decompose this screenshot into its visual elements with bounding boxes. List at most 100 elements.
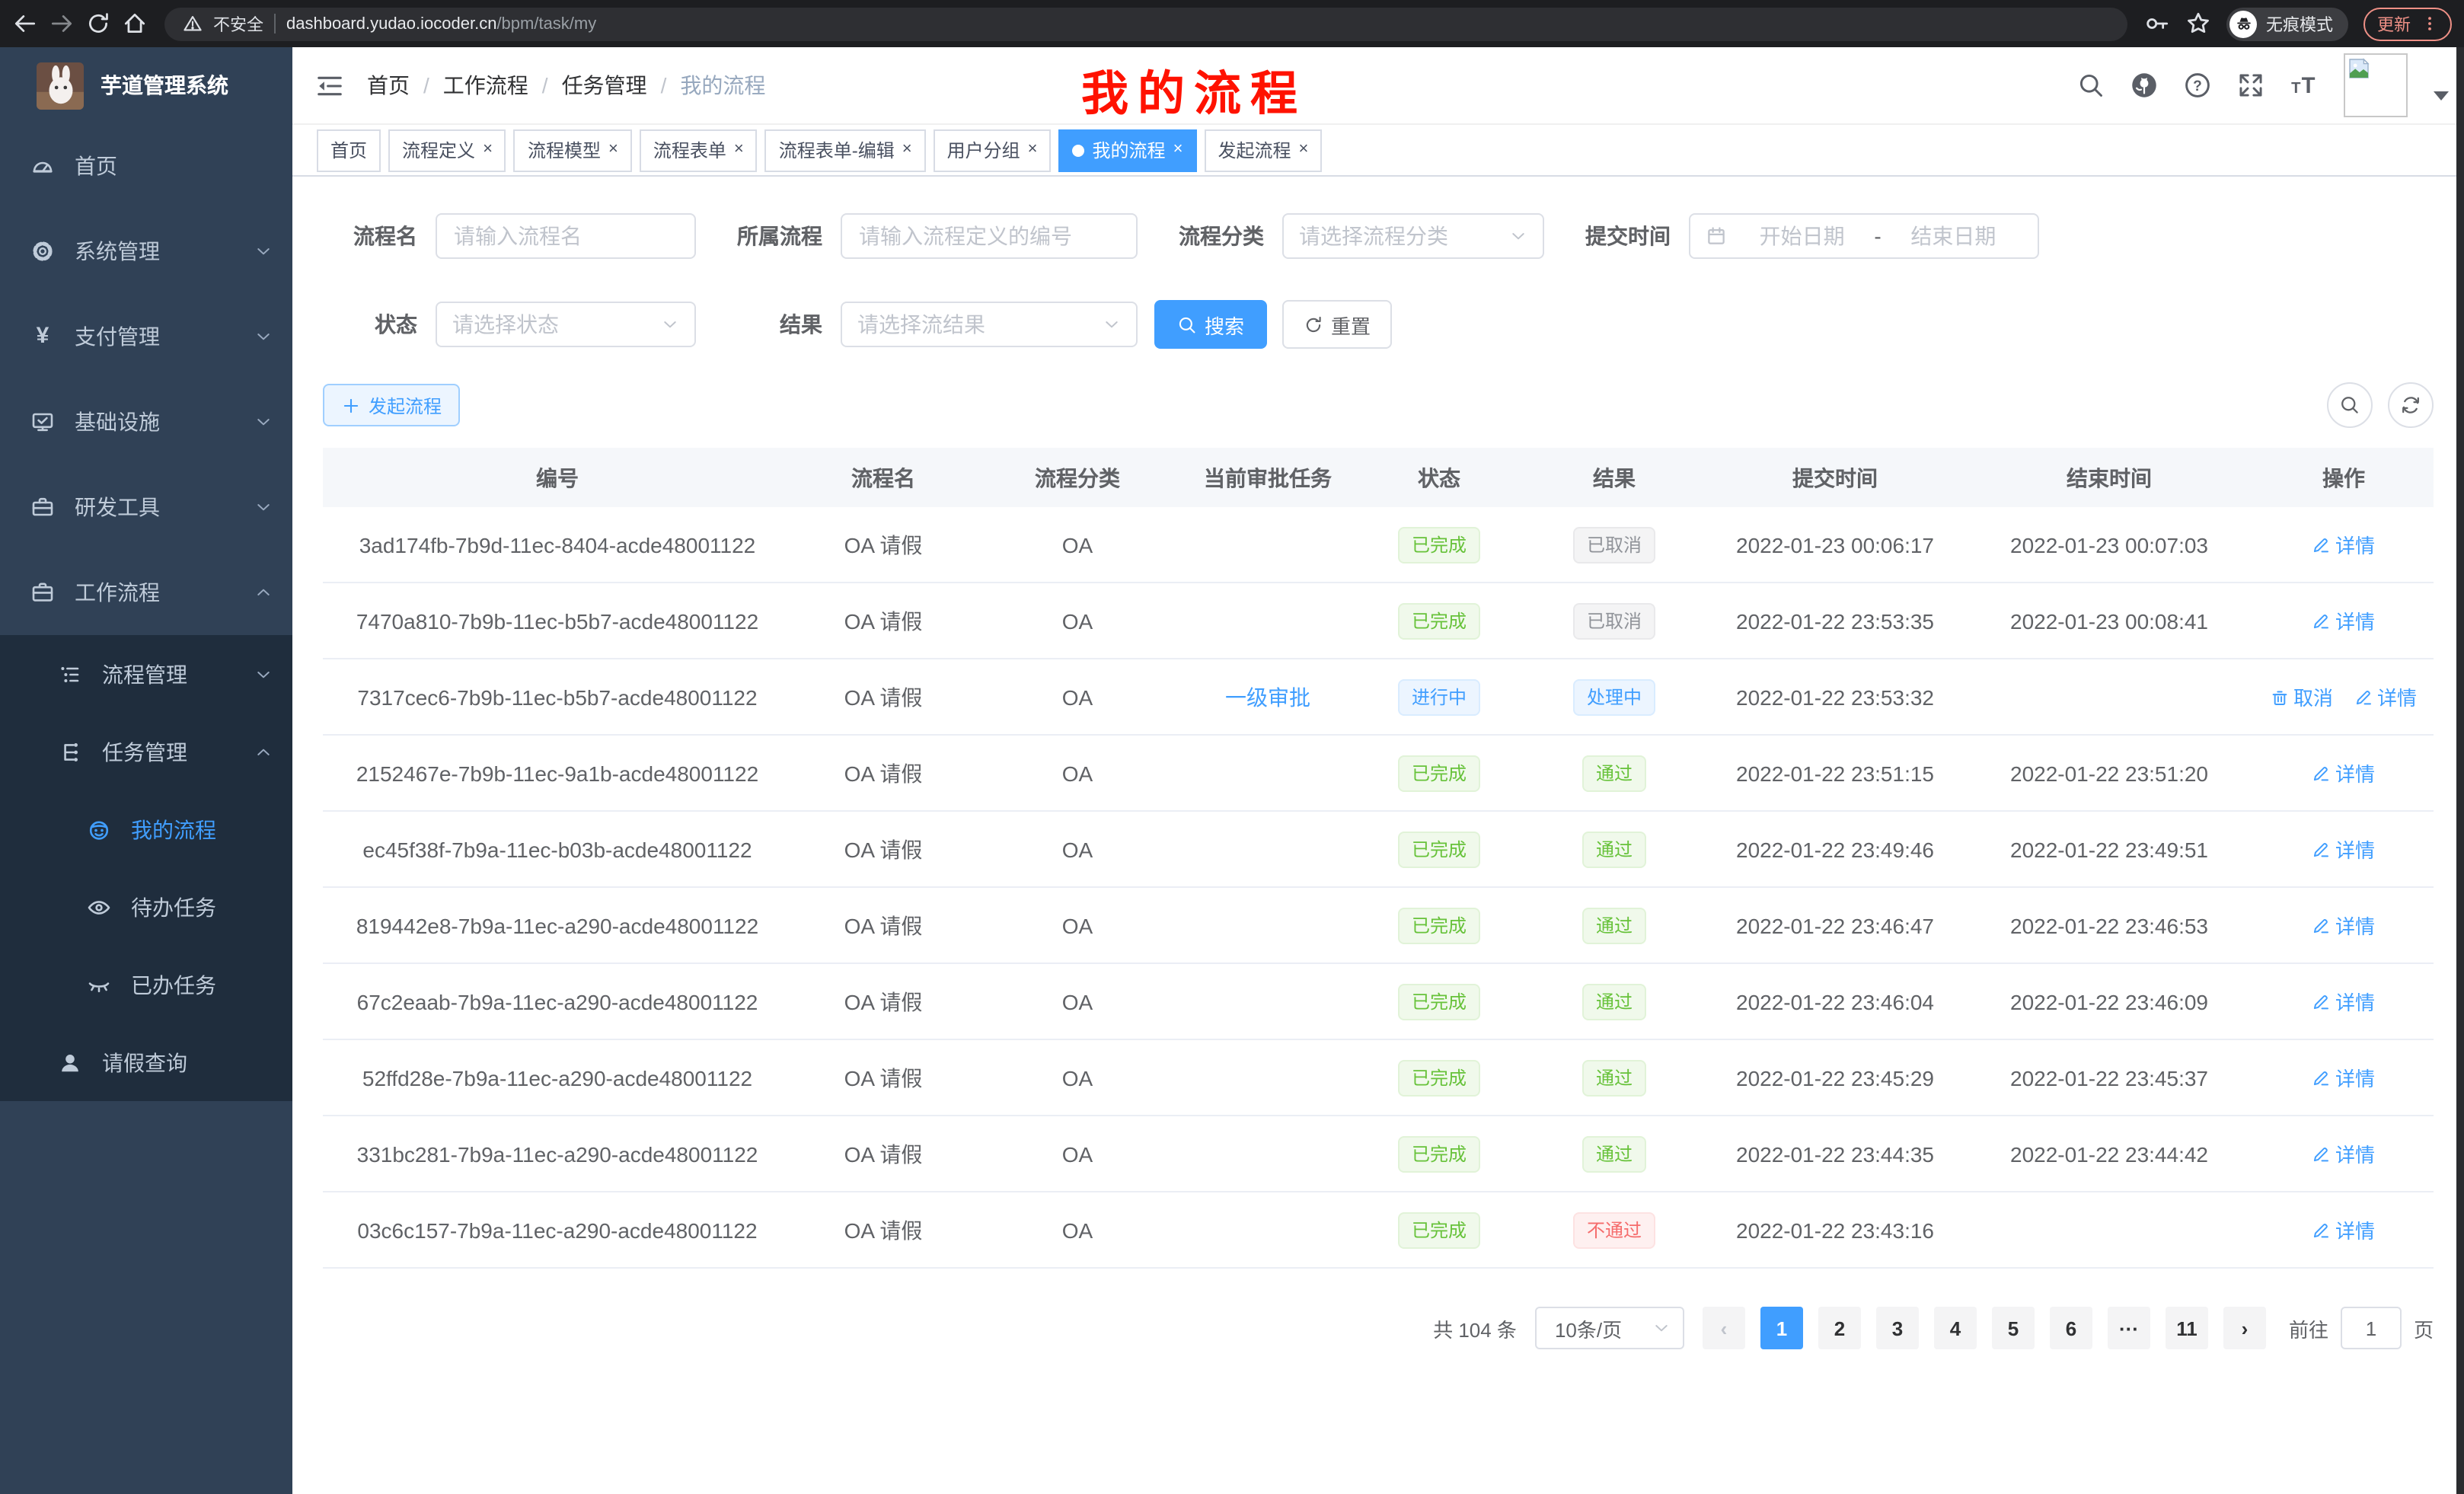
详情-action-link[interactable]: 详情 [2312, 606, 2375, 635]
current-task-link[interactable]: 一级审批 [1225, 685, 1310, 709]
tab-流程表单[interactable]: 流程表单× [640, 129, 758, 171]
category-select[interactable]: 请选择流程分类 [1282, 213, 1544, 259]
tree-icon [58, 662, 82, 686]
close-icon[interactable]: × [902, 142, 912, 158]
goto-page-input[interactable] [2341, 1307, 2402, 1349]
breadcrumb-item-工作流程[interactable]: 工作流程 [443, 70, 528, 101]
sidebar-item-系统管理[interactable]: 系统管理 [0, 209, 292, 294]
edit-icon [2312, 611, 2331, 630]
close-icon[interactable]: × [608, 142, 618, 158]
取消-action-link[interactable]: 取消 [2271, 682, 2333, 711]
详情-action-link[interactable]: 详情 [2312, 1215, 2375, 1244]
sidebar-item-任务管理[interactable]: 任务管理 [0, 713, 292, 790]
sidebar-item-请假查询[interactable]: 请假查询 [0, 1023, 292, 1101]
详情-action-link[interactable]: 详情 [2312, 911, 2375, 940]
back-icon[interactable] [12, 11, 38, 37]
page-scrollbar[interactable] [2456, 47, 2464, 1494]
page-size-select[interactable]: 10条/页 [1535, 1307, 1684, 1349]
详情-action-link[interactable]: 详情 [2312, 1139, 2375, 1168]
详情-action-link[interactable]: 详情 [2312, 530, 2375, 559]
question-icon[interactable]: ? [2184, 72, 2211, 99]
sidebar-item-流程管理[interactable]: 流程管理 [0, 635, 292, 713]
close-icon[interactable]: × [1028, 142, 1038, 158]
sidebar-item-label: 基础设施 [75, 407, 160, 437]
process-name-input[interactable] [436, 213, 696, 259]
sidebar-item-支付管理[interactable]: ¥支付管理 [0, 294, 292, 379]
edit-icon [2312, 916, 2331, 934]
详情-action-link[interactable]: 详情 [2312, 987, 2375, 1016]
tab-我的流程[interactable]: 我的流程× [1059, 129, 1197, 171]
close-icon[interactable]: × [1173, 142, 1183, 158]
cell-submit-time: 2022-01-22 23:43:16 [1706, 1192, 1964, 1268]
tab-流程模型[interactable]: 流程模型× [514, 129, 632, 171]
result-select[interactable]: 请选择流结果 [841, 302, 1138, 347]
address-separator [274, 14, 276, 34]
caret-down-icon[interactable] [2434, 91, 2449, 101]
create-process-button[interactable]: 发起流程 [323, 384, 460, 426]
next-page-button[interactable]: › [2223, 1307, 2266, 1349]
sidebar-item-首页[interactable]: 首页 [0, 123, 292, 209]
search-button[interactable]: 搜索 [1154, 300, 1267, 349]
reload-icon[interactable] [85, 11, 111, 37]
pagination-total: 共 104 条 [1433, 1314, 1517, 1342]
breadcrumb-item-任务管理[interactable]: 任务管理 [562, 70, 647, 101]
tab-首页[interactable]: 首页 [317, 129, 381, 171]
home-icon[interactable] [122, 11, 148, 37]
address-bar[interactable]: 不安全 dashboard.yudao.iocoder.cn/bpm/task/… [164, 7, 2127, 40]
详情-action-link[interactable]: 详情 [2354, 682, 2417, 711]
cell-actions: 详情 [2254, 811, 2434, 887]
page-button-2[interactable]: 2 [1818, 1307, 1861, 1349]
close-icon[interactable]: × [1298, 142, 1308, 158]
date-start-placeholder: 开始日期 [1733, 221, 1871, 251]
app-logo-row[interactable]: 芋道管理系统 [0, 47, 292, 123]
page-button-1[interactable]: 1 [1760, 1307, 1803, 1349]
reset-button[interactable]: 重置 [1282, 300, 1392, 349]
date-range-picker[interactable]: 开始日期 - 结束日期 [1689, 213, 2039, 259]
sidebar-item-已办任务[interactable]: 已办任务 [0, 946, 292, 1023]
tab-流程定义[interactable]: 流程定义× [388, 129, 506, 171]
tab-发起流程[interactable]: 发起流程× [1204, 129, 1322, 171]
process-definition-input[interactable] [841, 213, 1138, 259]
browser-menu-button[interactable]: 更新 [2363, 7, 2452, 40]
close-icon[interactable]: × [734, 142, 744, 158]
result-badge: 通过 [1582, 983, 1646, 1020]
tab-流程表单-编辑[interactable]: 流程表单-编辑× [765, 129, 926, 171]
page-button-6[interactable]: 6 [2050, 1307, 2092, 1349]
fullscreen-icon[interactable] [2237, 72, 2265, 99]
forward-icon[interactable] [49, 11, 75, 37]
table-refresh-button[interactable] [2388, 382, 2434, 428]
sidebar-item-工作流程[interactable]: 工作流程 [0, 550, 292, 635]
chevron-down-icon [661, 315, 679, 334]
key-icon[interactable] [2144, 11, 2170, 37]
hamburger-icon[interactable] [315, 71, 344, 100]
filter-category-label: 流程分类 [1179, 221, 1264, 251]
incognito-icon [2229, 10, 2257, 37]
sidebar-item-研发工具[interactable]: 研发工具 [0, 464, 292, 550]
github-icon[interactable] [2130, 72, 2158, 99]
cell-actions: 详情 [2254, 583, 2434, 659]
cell-current-task [1180, 507, 1355, 583]
font-size-icon[interactable]: TT [2290, 72, 2318, 99]
详情-action-link[interactable]: 详情 [2312, 1063, 2375, 1092]
star-icon[interactable] [2185, 11, 2211, 37]
cell-submit-time: 2022-01-22 23:46:04 [1706, 963, 1964, 1039]
详情-action-link[interactable]: 详情 [2312, 758, 2375, 787]
cell-result: 已取消 [1523, 583, 1706, 659]
table-search-toggle-button[interactable] [2327, 382, 2373, 428]
more-pages-button[interactable]: ··· [2108, 1307, 2150, 1349]
tab-用户分组[interactable]: 用户分组× [934, 129, 1052, 171]
search-icon[interactable] [2077, 72, 2105, 99]
sidebar-item-待办任务[interactable]: 待办任务 [0, 868, 292, 946]
page-button-11[interactable]: 11 [2166, 1307, 2208, 1349]
详情-action-link[interactable]: 详情 [2312, 835, 2375, 864]
breadcrumb-item-首页[interactable]: 首页 [367, 70, 410, 101]
page-button-5[interactable]: 5 [1992, 1307, 2035, 1349]
page-button-3[interactable]: 3 [1876, 1307, 1919, 1349]
prev-page-button[interactable]: ‹ [1703, 1307, 1745, 1349]
sidebar-item-我的流程[interactable]: 我的流程 [0, 790, 292, 868]
close-icon[interactable]: × [483, 142, 493, 158]
page-button-4[interactable]: 4 [1934, 1307, 1977, 1349]
status-select[interactable]: 请选择状态 [436, 302, 696, 347]
sidebar-item-基础设施[interactable]: 基础设施 [0, 379, 292, 464]
avatar[interactable] [2344, 53, 2408, 117]
